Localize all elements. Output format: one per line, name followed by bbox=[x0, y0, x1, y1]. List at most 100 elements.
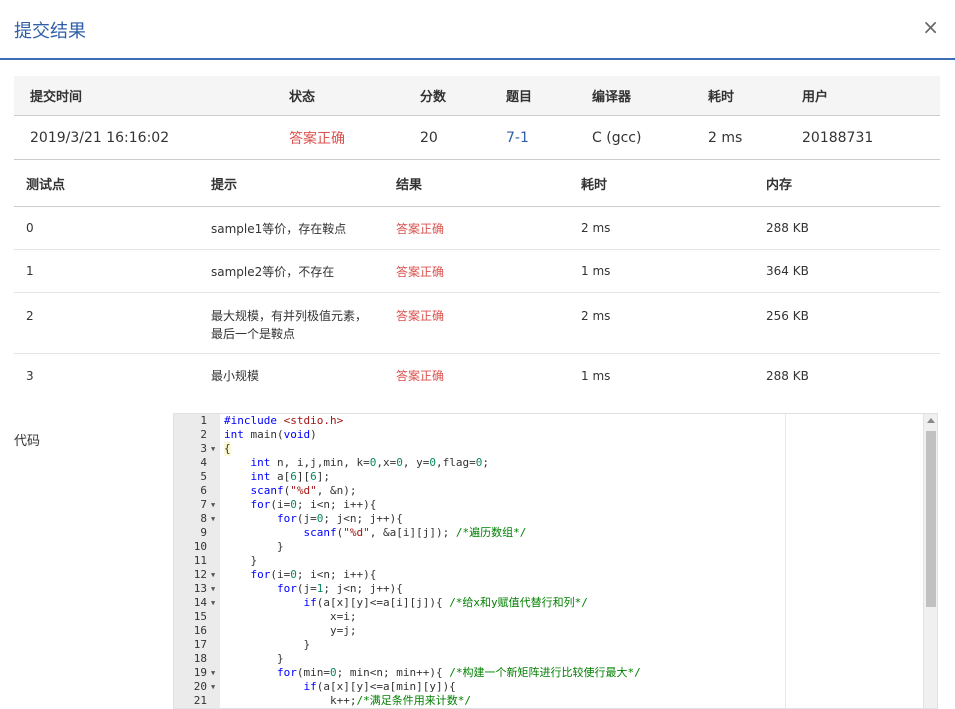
testpoint-memory: 364 KB bbox=[766, 264, 809, 278]
fold-arrow-icon[interactable]: ▼ bbox=[211, 596, 215, 610]
testpoint-hint: sample2等价，不存在 bbox=[211, 264, 335, 279]
code-text: int n, i,j,min, k=0,x=0, y=0,flag=0; bbox=[250, 456, 489, 469]
code-line: 5 int a[6][6]; bbox=[174, 470, 924, 484]
header-status: 状态 bbox=[289, 90, 316, 105]
code-text: #include <stdio.h> bbox=[224, 414, 344, 427]
testpoint-result: 答案正确 bbox=[396, 221, 445, 236]
line-number: 16 bbox=[193, 624, 207, 637]
testpoint-time: 2 ms bbox=[581, 309, 611, 323]
testpoint-hint: 最大规模，有并列极值元素，最后一个是鞍点 bbox=[211, 309, 368, 341]
code-text: for(i=0; i<n; i++){ bbox=[250, 498, 377, 511]
code-text: } bbox=[224, 638, 311, 651]
line-number: 17 bbox=[193, 638, 207, 651]
line-number: 8 bbox=[200, 512, 207, 525]
header-compiler: 编译器 bbox=[592, 90, 632, 105]
code-text: } bbox=[224, 652, 284, 665]
code-line: 18 } bbox=[174, 652, 924, 666]
testpoint-time: 2 ms bbox=[581, 221, 611, 235]
code-line: 12 ▼ for(i=0; i<n; i++){ bbox=[174, 568, 924, 582]
code-line: 9 scanf("%d", &a[i][j]); /*遍历数组*/ bbox=[174, 526, 924, 540]
fold-arrow-icon[interactable]: ▼ bbox=[211, 512, 215, 526]
code-line: 4 int n, i,j,min, k=0,x=0, y=0,flag=0; bbox=[174, 456, 924, 470]
code-text: for(min=0; min<n; min++){ /*构建一个新矩阵进行比较使… bbox=[276, 666, 641, 679]
line-number: 12 bbox=[193, 568, 207, 581]
close-icon[interactable]: × bbox=[922, 15, 939, 39]
testpoint-result: 答案正确 bbox=[396, 264, 445, 279]
header-score: 分数 bbox=[420, 90, 447, 105]
table-row: 1 sample2等价，不存在 答案正确 1 ms 364 KB bbox=[14, 250, 940, 293]
code-text: int main(void) bbox=[224, 428, 317, 441]
code-text: x=i; bbox=[224, 610, 357, 623]
line-number: 3 bbox=[200, 442, 207, 455]
code-text: int a[6][6]; bbox=[250, 470, 331, 483]
testpoint-id: 3 bbox=[26, 368, 34, 383]
header-result: 结果 bbox=[396, 177, 423, 193]
problem-link[interactable]: 7-1 bbox=[506, 116, 529, 159]
code-editor[interactable]: 1 #include <stdio.h> 2 int main(void) 3 ▼ {4 i… bbox=[173, 413, 938, 709]
line-number: 2 bbox=[200, 428, 207, 441]
code-line: 17 } bbox=[174, 638, 924, 652]
code-line: 19 ▼ for(min=0; min<n; min++){ /*构建一个新矩阵进… bbox=[174, 666, 924, 680]
code-line: 14 ▼ if(a[x][y]<=a[i][j]){ /*给x和y赋值代替行和列*… bbox=[174, 596, 924, 610]
fold-arrow-icon[interactable]: ▼ bbox=[211, 442, 215, 456]
line-number: 15 bbox=[193, 610, 207, 623]
compiler: C (gcc) bbox=[592, 129, 642, 146]
line-number: 1 bbox=[200, 414, 207, 427]
header-problem: 题目 bbox=[506, 90, 533, 105]
testpoint-id: 2 bbox=[26, 309, 34, 323]
code-line: 8 ▼ for(j=0; j<n; j++){ bbox=[174, 512, 924, 526]
fold-arrow-icon[interactable]: ▼ bbox=[211, 582, 215, 596]
fold-arrow-icon[interactable]: ▼ bbox=[211, 666, 215, 680]
line-number: 21 bbox=[193, 694, 207, 707]
line-number: 6 bbox=[200, 484, 207, 497]
code-text: scanf("%d", &a[i][j]); /*遍历数组*/ bbox=[303, 526, 527, 539]
code-line: 15 x=i; bbox=[174, 610, 924, 624]
code-line: 2 int main(void) bbox=[174, 428, 924, 442]
code-line: 6 scanf("%d", &n); bbox=[174, 484, 924, 498]
testpoint-result: 答案正确 bbox=[396, 369, 445, 383]
code-text: k++;/*满足条件用来计数*/ bbox=[224, 694, 471, 707]
line-number: 7 bbox=[200, 498, 207, 511]
line-number: 11 bbox=[193, 554, 207, 567]
scroll-up-icon[interactable] bbox=[927, 418, 935, 423]
line-number: 20 bbox=[193, 680, 207, 693]
line-number: 5 bbox=[200, 470, 207, 483]
summary-header: 提交时间 状态 分数 题目 编译器 耗时 用户 bbox=[14, 76, 940, 116]
code-text: if(a[x][y]<=a[i][j]){ /*给x和y赋值代替行和列*/ bbox=[303, 596, 588, 609]
header-submit-time: 提交时间 bbox=[30, 90, 83, 105]
summary-row: 2019/3/21 16:16:02 答案正确 20 7-1 C (gcc) 2… bbox=[14, 116, 940, 160]
testpoint-memory: 256 KB bbox=[766, 309, 809, 323]
fold-arrow-icon[interactable]: ▼ bbox=[211, 680, 215, 694]
elapsed-time: 2 ms bbox=[708, 129, 743, 146]
code-lines: 1 #include <stdio.h> 2 int main(void) 3 ▼ {4 i… bbox=[174, 414, 924, 708]
modal-title: 提交结果 bbox=[14, 21, 86, 42]
line-number: 9 bbox=[200, 526, 207, 539]
code-text: scanf("%d", &n); bbox=[250, 484, 357, 497]
testpoint-memory: 288 KB bbox=[766, 221, 809, 235]
scrollbar-thumb[interactable] bbox=[926, 431, 936, 607]
line-number: 14 bbox=[193, 596, 207, 609]
line-number: 19 bbox=[193, 666, 207, 679]
table-row: 3 最小规模 答案正确 1 ms 288 KB bbox=[14, 354, 940, 397]
code-text: { bbox=[224, 442, 231, 456]
testpoint-id: 1 bbox=[26, 264, 34, 278]
code-line: 11 } bbox=[174, 554, 924, 568]
code-line: 7 ▼ for(i=0; i<n; i++){ bbox=[174, 498, 924, 512]
code-text: y=j; bbox=[224, 624, 357, 637]
code-line: 3 ▼ { bbox=[174, 442, 924, 456]
testpoint-hint: sample1等价，存在鞍点 bbox=[211, 221, 347, 236]
code-line: 10 } bbox=[174, 540, 924, 554]
code-line: 21 k++;/*满足条件用来计数*/ bbox=[174, 694, 924, 708]
header-hint: 提示 bbox=[211, 177, 238, 193]
fold-arrow-icon[interactable]: ▼ bbox=[211, 568, 215, 582]
line-number: 4 bbox=[200, 456, 207, 469]
code-line: 20 ▼ if(a[x][y]<=a[min][y]){ bbox=[174, 680, 924, 694]
fold-arrow-icon[interactable]: ▼ bbox=[211, 498, 215, 512]
scrollbar[interactable] bbox=[923, 414, 937, 708]
testpoint-result: 答案正确 bbox=[396, 309, 445, 323]
code-label: 代码 bbox=[14, 434, 41, 449]
line-number: 10 bbox=[193, 540, 207, 553]
testpoint-header: 测试点 提示 结果 耗时 内存 bbox=[14, 160, 940, 207]
table-row: 0 sample1等价，存在鞍点 答案正确 2 ms 288 KB bbox=[14, 207, 940, 250]
user: 20188731 bbox=[802, 129, 874, 146]
